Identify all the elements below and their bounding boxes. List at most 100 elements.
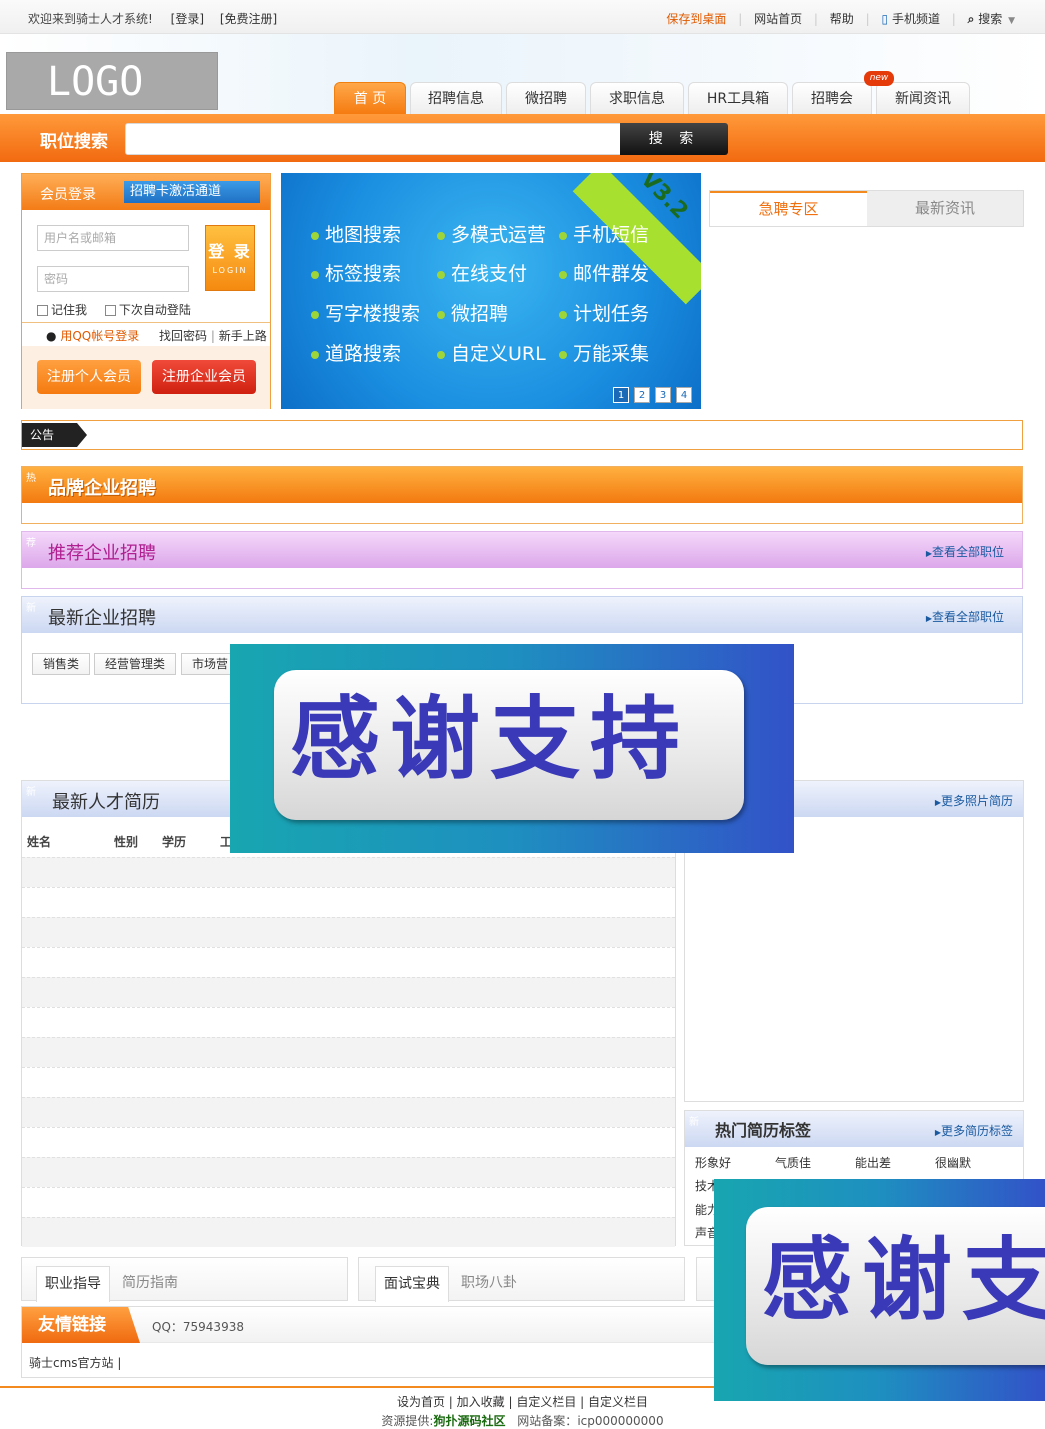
qq-number: QQ：75943938 [152, 1320, 244, 1334]
top-bar: 欢迎来到骑士人才系统! [登录] [免费注册] 保存到桌面 | 网站首页 | 帮… [0, 0, 1045, 34]
tab-urgent-jobs[interactable]: 急聘专区 [710, 191, 867, 226]
tab-interview-tips[interactable]: 面试宝典 [375, 1266, 449, 1302]
register-link[interactable]: [免费注册] [220, 12, 277, 26]
table-row [22, 977, 675, 1007]
right-tabs: 急聘专区 最新资讯 [709, 190, 1024, 227]
tab-career-guide[interactable]: 职业指导 [36, 1266, 110, 1302]
table-row [22, 1187, 675, 1217]
table-row [22, 947, 675, 977]
banner-page-4[interactable]: 4 [676, 387, 692, 403]
job-search-input[interactable] [125, 123, 621, 155]
table-row [22, 857, 675, 887]
footer-info: 资源提供:狗扑源码社区 网站备案：icp000000000 [381, 1414, 664, 1428]
top-bar-left: 欢迎来到骑士人才系统! [登录] [免费注册] [28, 10, 277, 27]
table-row [22, 917, 675, 947]
auto-login-checkbox[interactable] [104, 305, 116, 316]
tag-item[interactable]: 气质佳 [775, 1154, 811, 1171]
qq-login-link[interactable]: 用QQ帐号登录 [60, 329, 139, 343]
nav-job-fair[interactable]: 招聘会 [792, 82, 872, 114]
feature-item: 写字楼搜索 [311, 299, 420, 326]
hot-tags-title: 热门简历标签 [715, 1121, 812, 1140]
welcome-text: 欢迎来到骑士人才系统! [28, 12, 153, 26]
remember-checkbox[interactable] [37, 305, 48, 316]
recommend-section: 荐 推荐企业招聘 ▶查看全部职位 [21, 531, 1023, 589]
feature-item: 道路搜索 [311, 339, 401, 366]
tab-workplace-gossip[interactable]: 职场八卦 [461, 1266, 517, 1300]
newbie-link[interactable]: 新手上路 [219, 329, 267, 343]
brand-section-header: 热 品牌企业招聘 [22, 467, 1022, 503]
find-password-link[interactable]: 找回密码 [159, 329, 207, 343]
login-link[interactable]: [登录] [171, 12, 204, 26]
table-row [22, 1007, 675, 1037]
login-panel-header: 会员登录 招聘卡激活通道 [22, 174, 270, 210]
table-row [22, 1127, 675, 1157]
site-logo[interactable]: LOGO [6, 52, 218, 110]
nav-job-seekers[interactable]: 求职信息 [590, 82, 684, 114]
top-search-link[interactable]: 搜索 [978, 12, 1002, 26]
mobile-link[interactable]: 手机频道 [892, 12, 940, 26]
feature-item: 多模式运营 [437, 220, 546, 247]
search-button[interactable]: 搜 索 [620, 123, 728, 155]
site-home-link[interactable]: 网站首页 [754, 12, 802, 26]
nav-news[interactable]: 新闻资讯 [876, 82, 970, 114]
password-field[interactable]: 密码 [37, 266, 189, 292]
col-education: 学历 [162, 835, 187, 849]
col-gender: 性别 [114, 835, 139, 849]
new-corner: 新 [26, 787, 36, 798]
login-button-sub: LOGIN [212, 266, 248, 275]
table-row [22, 887, 675, 917]
resume-panel-title: 最新人才简历 [52, 792, 160, 813]
recommend-corner: 荐 [26, 538, 36, 549]
tab-member-login[interactable]: 会员登录 [40, 184, 96, 204]
top-bar-right: 保存到桌面 | 网站首页 | 帮助 | ▯ 手机频道 | ⌕ 搜索 ▼ [666, 12, 1015, 26]
tag-item[interactable]: 能出差 [855, 1154, 891, 1171]
login-button[interactable]: 登 录 LOGIN [205, 225, 255, 291]
banner-page-1[interactable]: 1 [613, 387, 629, 403]
register-personal-button[interactable]: 注册个人会员 [37, 360, 141, 394]
tag-item[interactable]: 很幽默 [935, 1154, 971, 1171]
thanks-overlay-partial[interactable]: 感谢支 [714, 1179, 1045, 1401]
thanks-text: 感谢支持 [290, 687, 690, 792]
friend-link[interactable]: 骑士cms官方站 | [29, 1354, 121, 1371]
category-tag[interactable]: 销售类 [32, 653, 91, 675]
more-photo-resumes-link[interactable]: ▶更多照片简历 [935, 792, 1013, 809]
chevron-down-icon: ▼ [1008, 16, 1015, 26]
more-tags-link[interactable]: ▶更多简历标签 [935, 1122, 1013, 1139]
feature-item: 微招聘 [437, 299, 508, 326]
latest-more-link[interactable]: ▶查看全部职位 [926, 608, 1004, 625]
login-panel: 会员登录 招聘卡激活通道 用户名或邮箱 密码 登 录 LOGIN 记住我 下次自… [21, 173, 271, 409]
login-button-label: 登 录 [208, 242, 252, 261]
feature-item: 万能采集 [559, 339, 649, 366]
feature-item: 地图搜索 [311, 220, 401, 247]
nav-hr-tools[interactable]: HR工具箱 [688, 82, 788, 114]
username-field[interactable]: 用户名或邮箱 [37, 225, 189, 251]
feature-item: 计划任务 [559, 299, 649, 326]
banner-page-2[interactable]: 2 [634, 387, 650, 403]
brand-section: 热 品牌企业招聘 [21, 466, 1023, 524]
feature-item: 手机短信 [559, 220, 649, 247]
latest-section-title: 最新企业招聘 [48, 608, 156, 629]
notice-label: 公告 [22, 423, 77, 447]
table-row [22, 1067, 675, 1097]
tab-latest-news[interactable]: 最新资讯 [867, 191, 1023, 226]
new-corner: 新 [689, 1117, 699, 1128]
table-row [22, 1037, 675, 1067]
auto-login-label: 下次自动登陆 [118, 303, 191, 317]
category-tag[interactable]: 经营管理类 [94, 653, 177, 675]
tab-card-activation[interactable]: 招聘卡激活通道 [124, 181, 260, 203]
thanks-overlay[interactable]: 感谢支持 [230, 644, 794, 853]
nav-jobs[interactable]: 招聘信息 [410, 82, 502, 114]
tab-resume-guide[interactable]: 简历指南 [122, 1266, 178, 1300]
nav-home[interactable]: 首 页 [334, 82, 406, 114]
register-company-button[interactable]: 注册企业会员 [152, 360, 256, 394]
save-desktop-link[interactable]: 保存到桌面 [666, 12, 726, 26]
banner-page-3[interactable]: 3 [655, 387, 671, 403]
tag-item[interactable]: 形象好 [695, 1154, 731, 1171]
latest-section-header: 新 最新企业招聘 ▶查看全部职位 [22, 597, 1022, 633]
recommend-more-link[interactable]: ▶查看全部职位 [926, 543, 1004, 560]
nav-micro-jobs[interactable]: 微招聘 [506, 82, 586, 114]
help-link[interactable]: 帮助 [830, 12, 854, 26]
search-label: 职位搜索 [40, 132, 108, 152]
feature-banner[interactable]: V3.2 地图搜索 多模式运营 手机短信 标签搜索 在线支付 邮件群发 写字楼搜… [281, 173, 701, 409]
notice-bar: 公告 [21, 420, 1023, 450]
